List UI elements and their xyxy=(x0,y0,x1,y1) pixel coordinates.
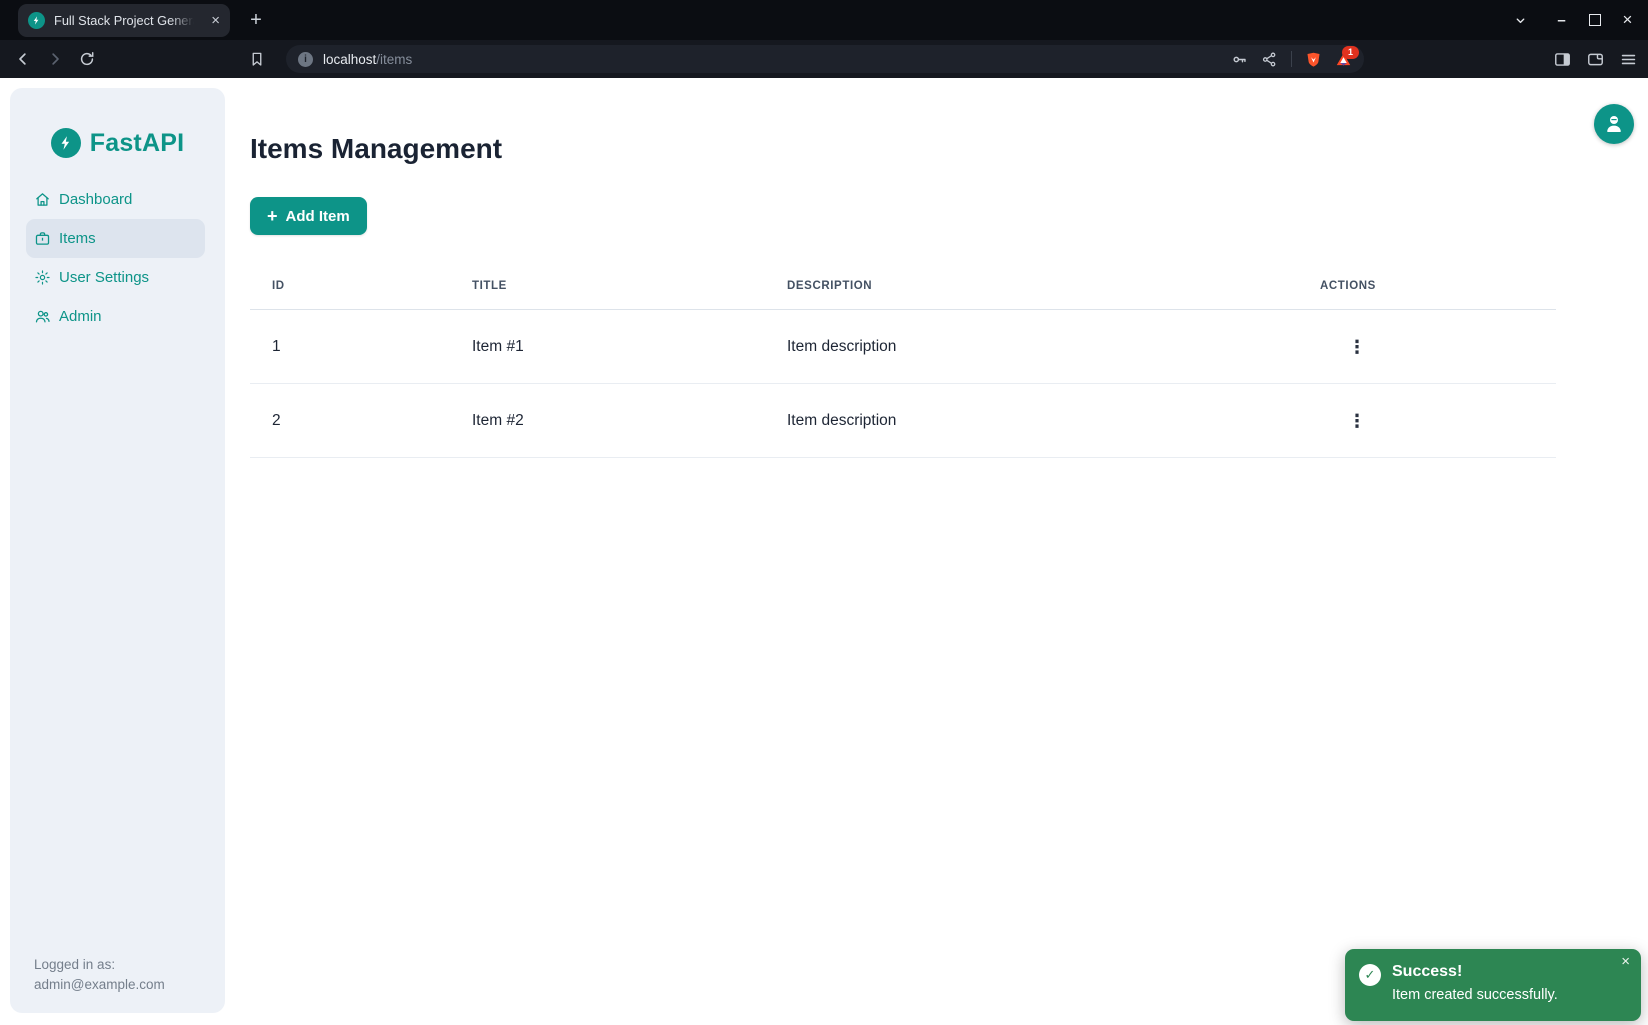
sidebar-item-label: User Settings xyxy=(59,269,149,286)
tab-search-chevron-icon[interactable] xyxy=(1504,14,1537,27)
sidebar-toggle-icon[interactable] xyxy=(1553,50,1572,69)
check-circle-icon: ✓ xyxy=(1359,964,1381,986)
toast-close-icon[interactable]: × xyxy=(1621,954,1630,969)
table-row: 1 Item #1 Item description ⋮ xyxy=(250,310,1556,384)
browser-toolbar: i localhost/items 1 xyxy=(0,40,1648,78)
menu-icon[interactable] xyxy=(1619,50,1638,69)
reload-button[interactable] xyxy=(74,40,100,78)
maximize-button[interactable] xyxy=(1578,14,1611,26)
tab-title-fade xyxy=(170,8,200,33)
app-page: FastAPI Dashboard Items User Settings Ad… xyxy=(0,78,1648,1025)
column-header-actions: ACTIONS xyxy=(1320,280,1556,292)
cell-description: Item description xyxy=(787,338,1320,356)
logged-in-email: admin@example.com xyxy=(34,975,165,995)
main-content: Items Management + Add Item ID TITLE DES… xyxy=(250,78,1570,458)
logged-in-info: Logged in as: admin@example.com xyxy=(34,955,165,995)
key-icon[interactable] xyxy=(1231,51,1248,68)
cell-id: 1 xyxy=(250,338,472,356)
bookmark-icon[interactable] xyxy=(244,40,270,78)
rewards-badge: 1 xyxy=(1342,46,1359,59)
toast-title: Success! xyxy=(1392,961,1558,983)
cell-title: Item #1 xyxy=(472,338,787,356)
sidebar-item-label: Dashboard xyxy=(59,191,132,208)
table-header-row: ID TITLE DESCRIPTION ACTIONS xyxy=(250,263,1556,310)
column-header-id: ID xyxy=(250,280,472,292)
page-title: Items Management xyxy=(250,133,1570,165)
window-close-button[interactable]: × xyxy=(1611,10,1644,30)
brave-rewards-icon[interactable]: 1 xyxy=(1335,51,1352,68)
users-icon xyxy=(34,308,51,325)
add-item-button[interactable]: + Add Item xyxy=(250,197,367,235)
table-row: 2 Item #2 Item description ⋮ xyxy=(250,384,1556,458)
sidebar-item-label: Items xyxy=(59,230,96,247)
maximize-icon xyxy=(1589,14,1601,26)
logged-in-label: Logged in as: xyxy=(34,955,165,975)
add-item-label: Add Item xyxy=(286,208,350,225)
items-table: ID TITLE DESCRIPTION ACTIONS 1 Item #1 I… xyxy=(250,263,1556,458)
sidebar-item-user-settings[interactable]: User Settings xyxy=(10,258,225,297)
url-path: /items xyxy=(376,52,412,67)
column-header-description: DESCRIPTION xyxy=(787,280,1320,292)
toolbar-right-actions xyxy=(1553,40,1638,78)
browser-tab[interactable]: Full Stack Project Genera × xyxy=(18,4,230,37)
sidebar-item-label: Admin xyxy=(59,308,102,325)
gear-icon xyxy=(34,269,51,286)
site-info-icon[interactable]: i xyxy=(298,52,313,67)
forward-button[interactable] xyxy=(42,40,68,78)
address-bar[interactable]: i localhost/items 1 xyxy=(286,45,1364,73)
fastapi-logo-icon xyxy=(51,128,81,158)
user-icon xyxy=(1602,112,1626,136)
fastapi-favicon-icon xyxy=(28,12,45,29)
cell-description: Item description xyxy=(787,412,1320,430)
briefcase-icon xyxy=(34,230,51,247)
brave-shield-icon[interactable] xyxy=(1305,51,1322,68)
success-toast: ✓ Success! Item created successfully. × xyxy=(1345,949,1641,1021)
cell-id: 2 xyxy=(250,412,472,430)
row-actions-menu-button[interactable]: ⋮ xyxy=(1342,334,1372,360)
wallet-icon[interactable] xyxy=(1586,50,1605,69)
row-actions-menu-button[interactable]: ⋮ xyxy=(1342,408,1372,434)
sidebar-nav: Dashboard Items User Settings Admin xyxy=(10,180,225,336)
address-bar-actions: 1 xyxy=(1231,51,1352,68)
new-tab-button[interactable]: + xyxy=(243,7,269,33)
toast-text: Success! Item created successfully. xyxy=(1392,961,1558,1009)
browser-titlebar: Full Stack Project Genera × + – × xyxy=(0,0,1648,40)
toast-message: Item created successfully. xyxy=(1392,983,1558,1007)
brand: FastAPI xyxy=(10,128,225,158)
sidebar: FastAPI Dashboard Items User Settings Ad… xyxy=(10,88,225,1013)
plus-icon: + xyxy=(267,207,278,225)
brand-name: FastAPI xyxy=(90,129,184,158)
tab-close-icon[interactable]: × xyxy=(211,13,220,28)
home-icon xyxy=(34,191,51,208)
user-avatar-button[interactable] xyxy=(1594,104,1634,144)
url-host: localhost xyxy=(323,52,376,67)
sidebar-item-admin[interactable]: Admin xyxy=(10,297,225,336)
window-controls: – × xyxy=(1504,0,1644,40)
cell-title: Item #2 xyxy=(472,412,787,430)
sidebar-item-dashboard[interactable]: Dashboard xyxy=(10,180,225,219)
minimize-button[interactable]: – xyxy=(1545,12,1578,29)
url-text: localhost/items xyxy=(323,52,412,67)
toolbar-divider xyxy=(1291,51,1292,67)
sidebar-item-items[interactable]: Items xyxy=(26,219,205,258)
share-icon[interactable] xyxy=(1261,51,1278,68)
back-button[interactable] xyxy=(10,40,36,78)
column-header-title: TITLE xyxy=(472,280,787,292)
